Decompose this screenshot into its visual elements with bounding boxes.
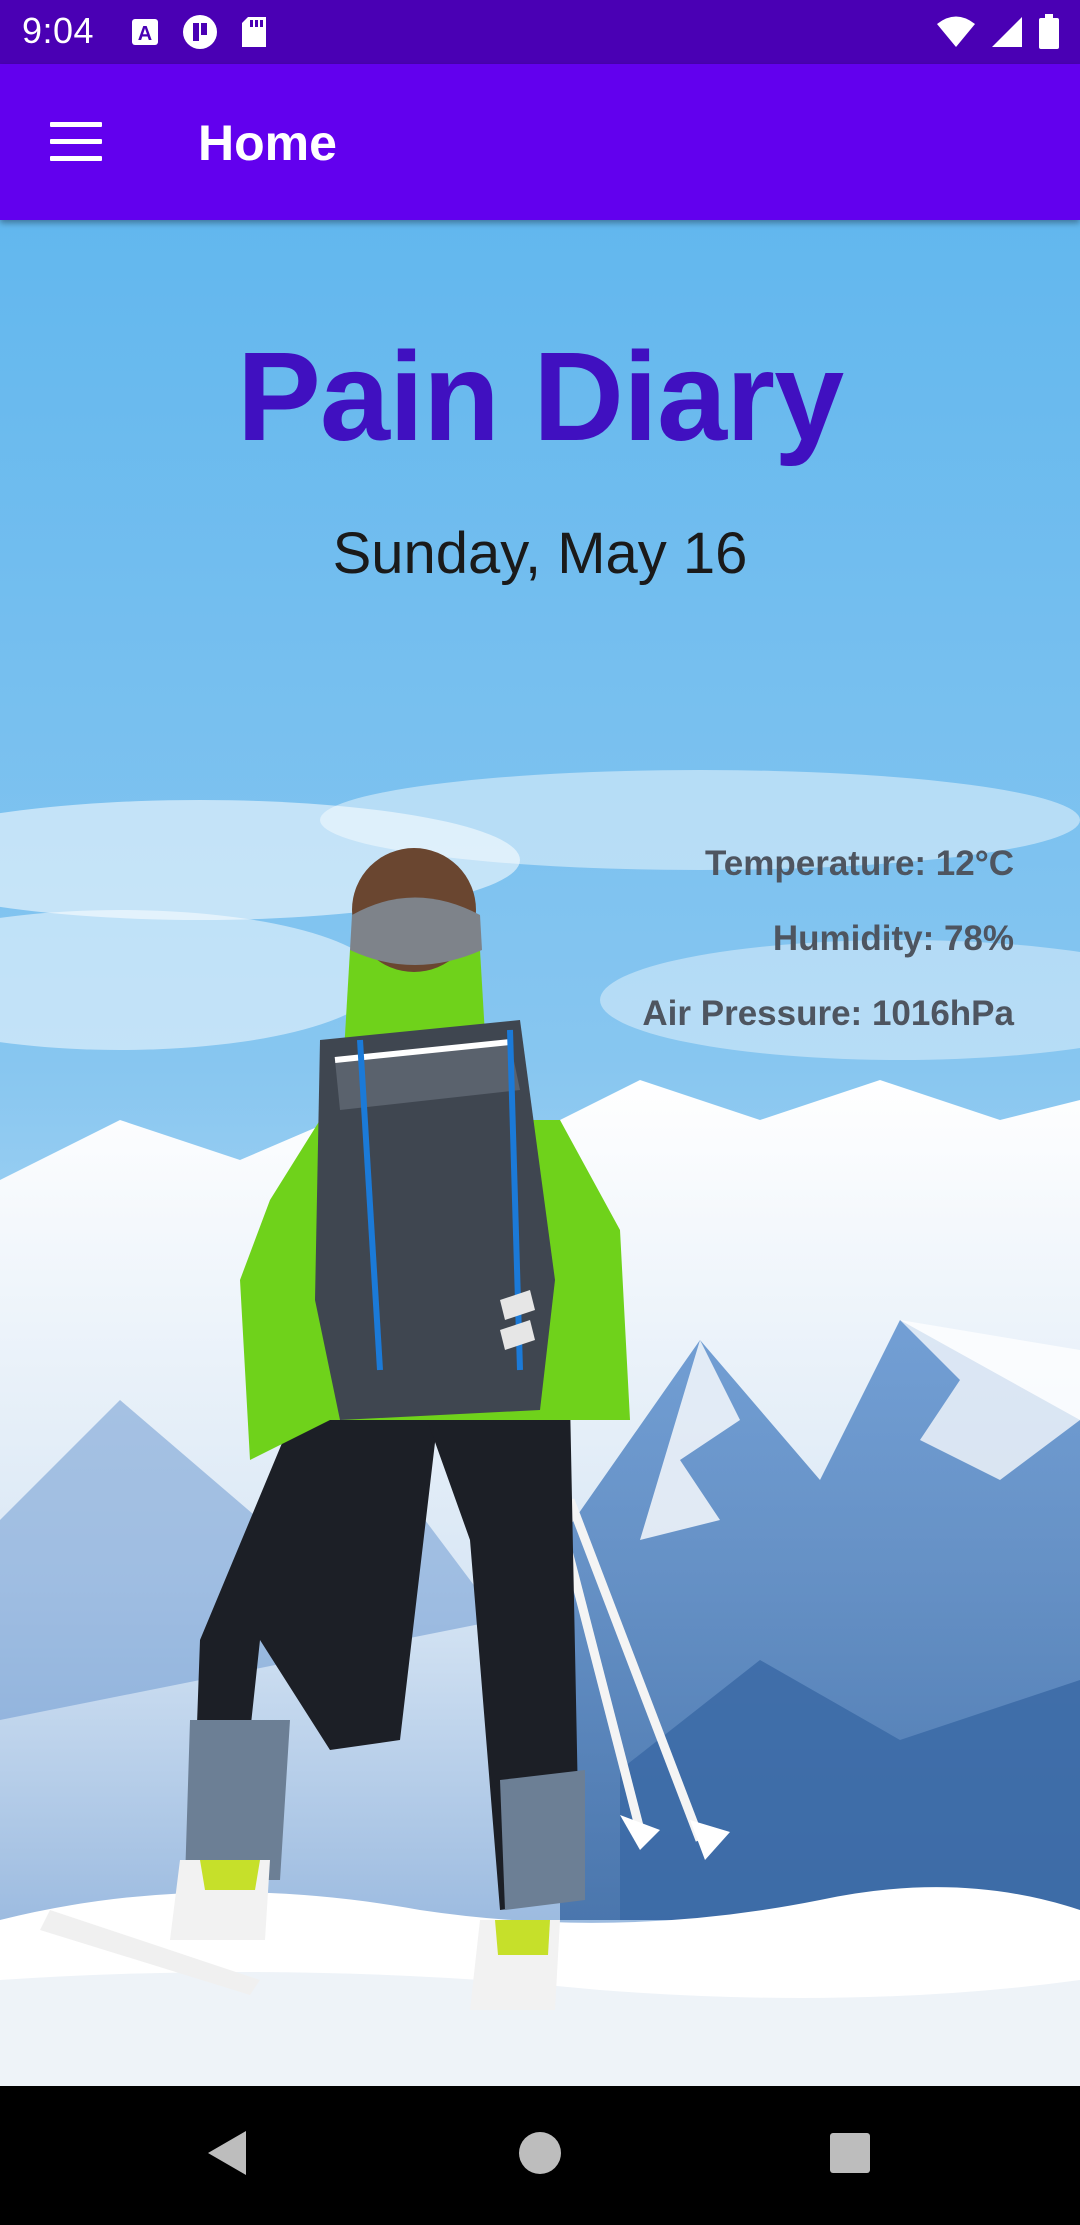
weather-air-pressure: Air Pressure: 1016hPa — [642, 994, 1014, 1033]
status-time: 9:04 — [22, 10, 95, 51]
weather-info: Temperature: 12°C Humidity: 78% Air Pres… — [642, 826, 1014, 1051]
home-icon[interactable] — [470, 2086, 610, 2220]
tv-app-icon — [183, 15, 217, 49]
app-bar-title: Home — [198, 115, 337, 171]
app-headline: Pain Diary — [236, 326, 844, 467]
sd-card-icon — [242, 17, 266, 47]
back-icon[interactable] — [156, 2086, 296, 2220]
home-content: Pain Diary Sunday, May 16 Temperature: 1… — [0, 220, 1080, 2086]
current-date: Sunday, May 16 — [332, 521, 748, 586]
weather-temperature: Temperature: 12°C — [704, 844, 1014, 883]
status-notification-icons: A — [130, 14, 268, 50]
system-navigation-bar — [0, 2086, 1080, 2220]
font-a-icon: A — [132, 19, 158, 45]
skier-mountain-background — [0, 220, 1080, 2086]
battery-icon — [1039, 14, 1059, 49]
cellular-signal-icon — [992, 17, 1022, 47]
svg-text:A: A — [138, 23, 152, 45]
hamburger-menu-icon[interactable] — [50, 122, 102, 162]
wifi-icon — [937, 16, 975, 47]
app-bar: Home — [0, 64, 1080, 220]
status-bar: 9:04 A — [0, 0, 1080, 64]
status-system-icons — [936, 14, 1060, 50]
recents-icon[interactable] — [780, 2086, 920, 2220]
weather-humidity: Humidity: 78% — [772, 919, 1014, 958]
